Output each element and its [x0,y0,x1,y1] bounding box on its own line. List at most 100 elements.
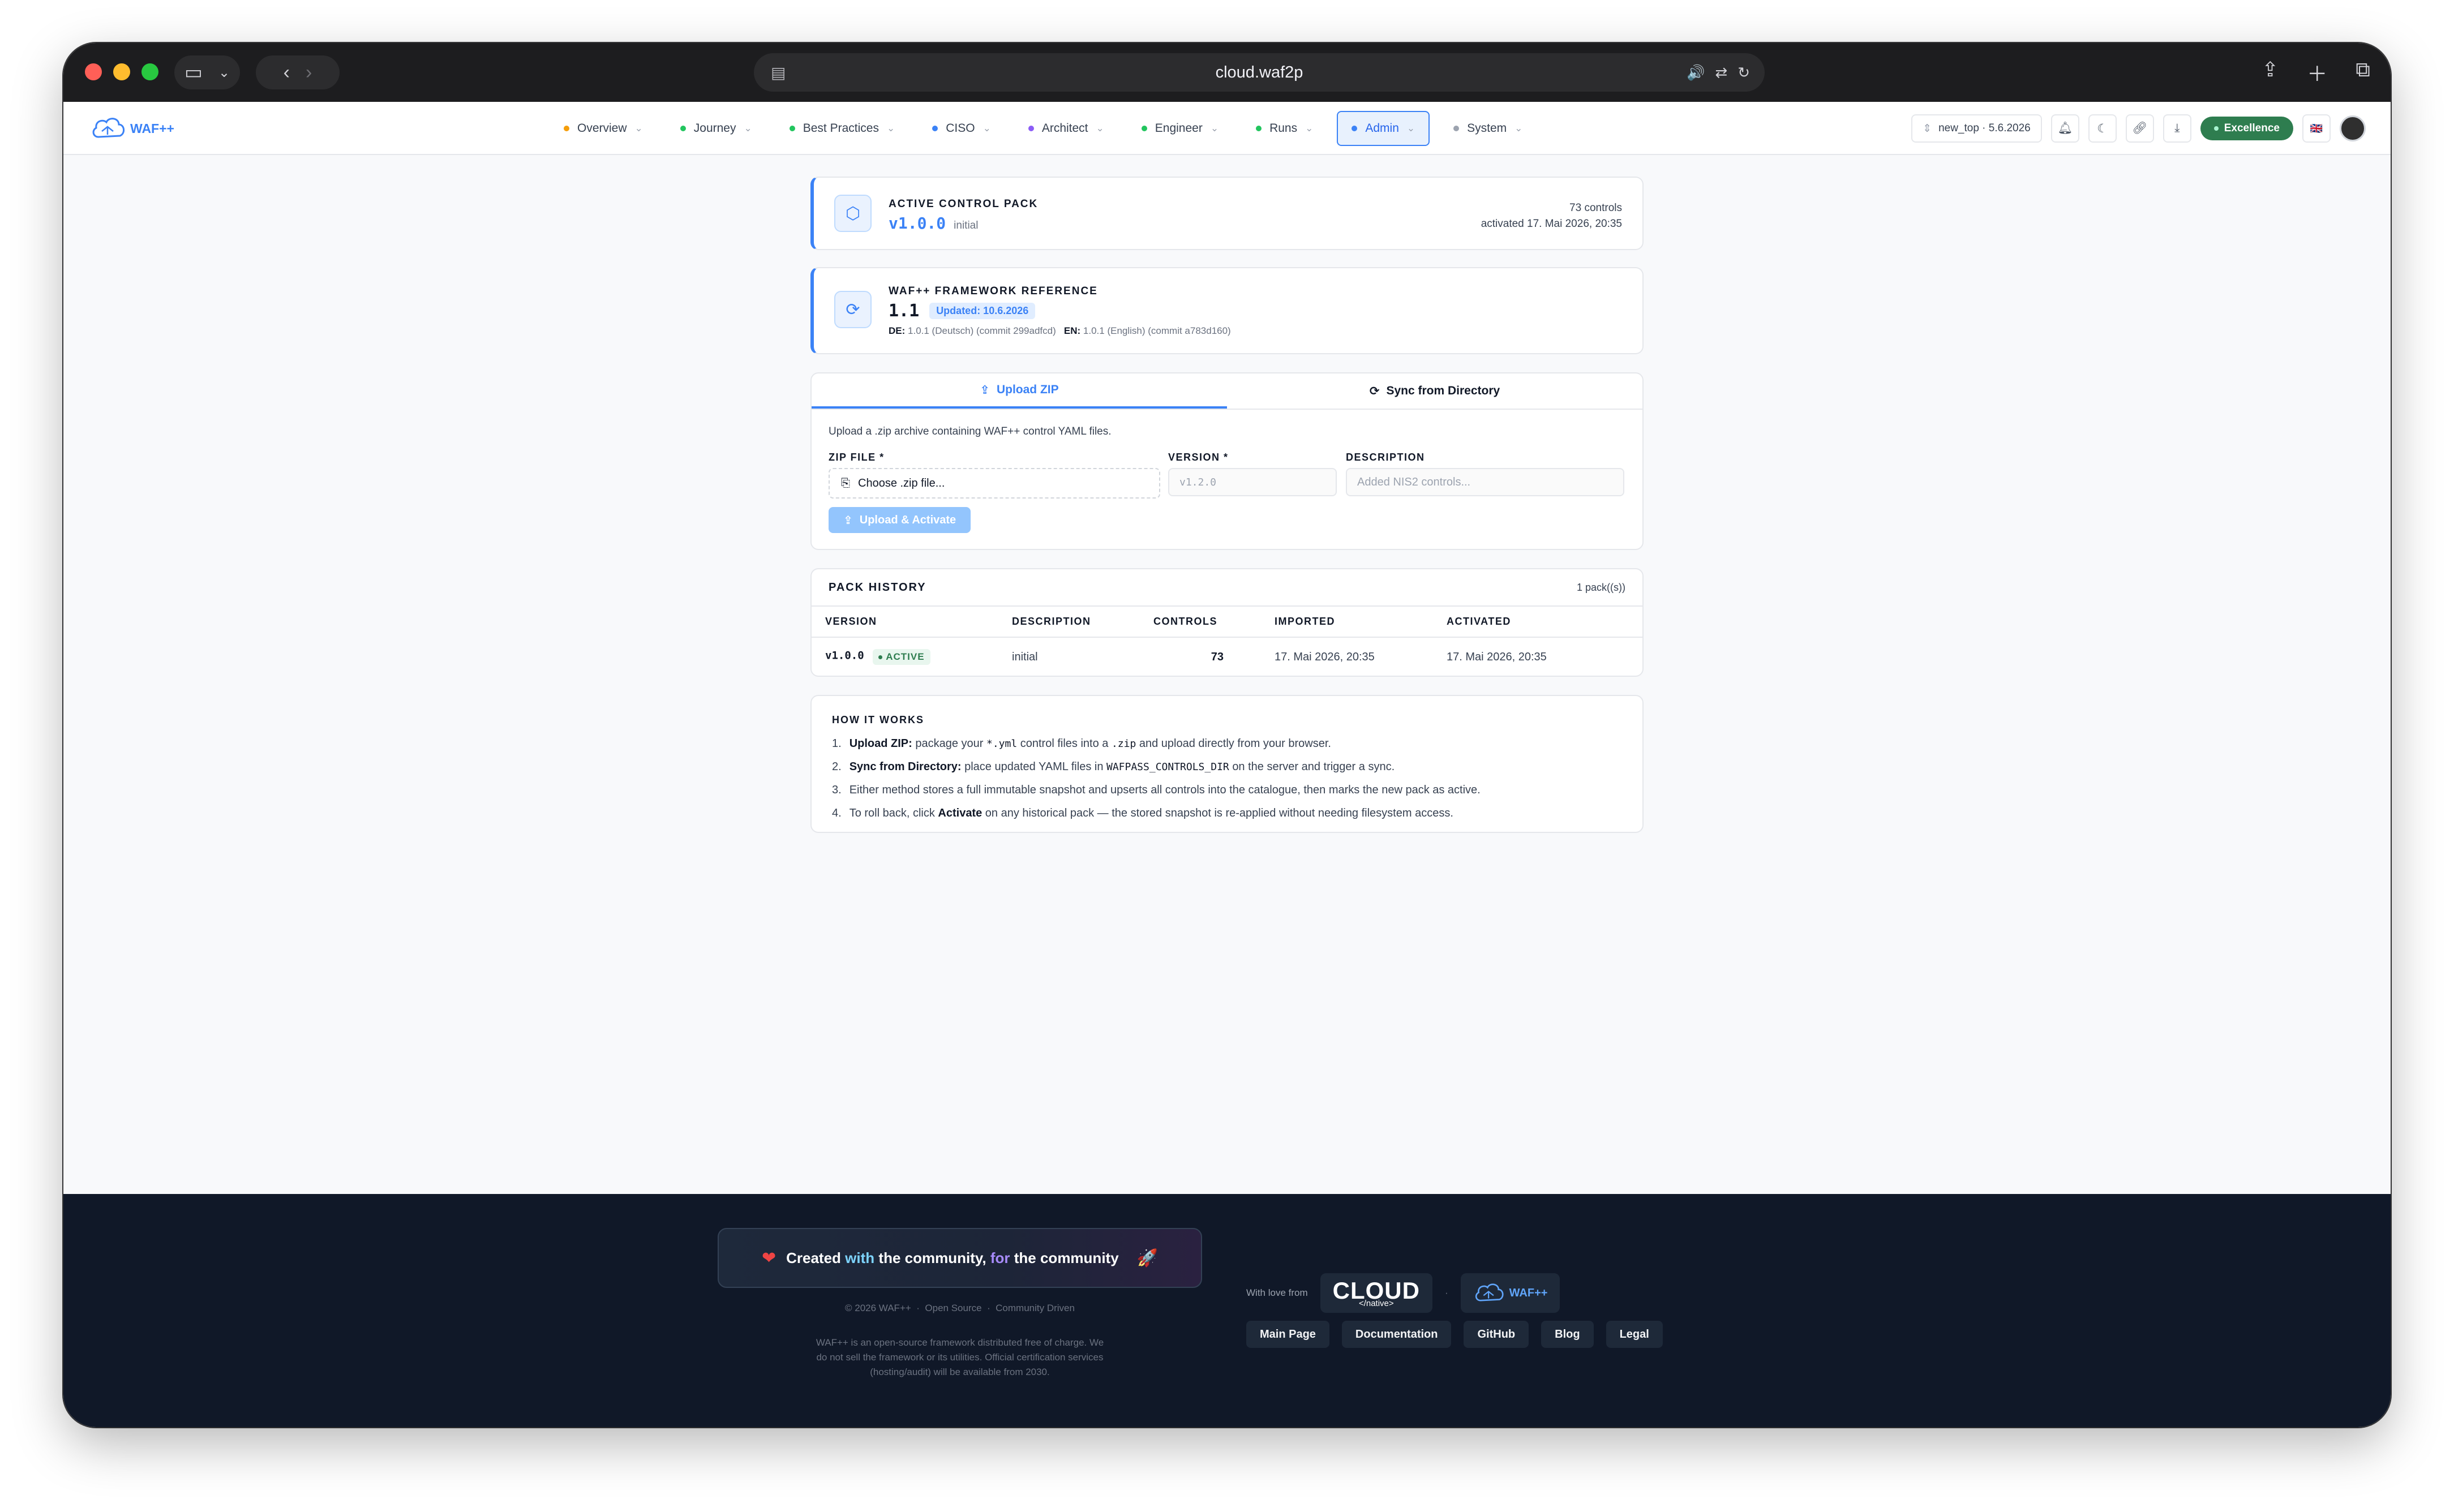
tab-overview-icon[interactable]: ⧉ [2356,58,2370,87]
copy-link-button[interactable]: 🔗︎ [2125,114,2154,143]
community-driven-label: Community Driven [996,1303,1075,1313]
nav-best-practices[interactable]: Best Practices ⌄ [776,111,908,146]
step-text: on any historical pack — the stored snap… [985,807,1453,819]
footer-link-blog[interactable]: Blog [1541,1321,1594,1348]
description-input[interactable]: Added NIS2 controls... [1346,468,1624,496]
status-badge: ACTIVE [873,649,930,665]
version-label: VERSION * [1168,452,1229,463]
step-text: Either method stores a full immutable sn… [849,784,1481,796]
version-field: VERSION * v1.2.0 [1168,452,1337,496]
step-number: 1. [832,737,842,750]
app-logo[interactable]: WAF++ [91,114,174,143]
how-it-works-body: HOW IT WORKS 1. Upload ZIP: package your… [832,714,1481,830]
nav-admin[interactable]: Admin ⌄ [1337,111,1430,146]
en-value: 1.0.1 (English) (commit a783d160) [1083,325,1231,336]
tab-sync-directory[interactable]: ⟳ Sync from Directory [1227,373,1642,409]
notifications-button[interactable]: 🔔︎ [2050,114,2079,143]
workspace-select[interactable]: ⇕ new_top · 5.6.2026 [1911,114,2042,143]
step-text: package your [915,737,984,750]
list-item: 3. Either method stores a full immutable… [832,784,1481,797]
step-text: place updated YAML files in [964,761,1104,773]
minimize-window-button[interactable] [113,63,130,80]
upload-icon: ⇪ [843,514,853,527]
sidebar-toggle-button[interactable]: ▭ ⌄ [174,55,240,89]
row-version: v1.0.0 [825,649,864,662]
copyright: © 2026 WAF++ [845,1303,911,1313]
community-word: the community [1014,1249,1119,1266]
separator: · [987,1303,990,1313]
dark-mode-button[interactable]: ☾ [2088,114,2117,143]
language-button[interactable]: 🇬🇧 [2302,114,2331,143]
step-text: control files into a [1020,737,1109,750]
nav-system[interactable]: System ⌄ [1440,111,1536,146]
share-icon[interactable]: ⇪ [2262,58,2279,87]
nav-runs[interactable]: Runs ⌄ [1242,111,1327,146]
zip-file-picker[interactable]: ⎘ Choose .zip file... [829,468,1160,499]
status-dot [1352,126,1358,131]
upload-activate-button[interactable]: ⇪ Upload & Activate [829,507,971,533]
how-it-works-card: HOW IT WORKS 1. Upload ZIP: package your… [810,695,1644,833]
audio-icon[interactable]: 🔊 [1687,64,1705,81]
url-text: cloud.waf2p [1215,63,1303,81]
status-dot [1028,126,1034,131]
footer-meta: © 2026 WAF++ · Open Source · Community D… [718,1303,1202,1314]
status-dot [1141,126,1147,131]
excellence-badge[interactable]: Excellence [2200,117,2293,140]
table-row[interactable]: v1.0.0 ACTIVE initial 73 17. Mai 2026, 2… [812,637,1642,676]
waf-logo[interactable]: WAF++ [1460,1273,1560,1313]
version-input[interactable]: v1.2.0 [1168,468,1337,496]
nav-ciso[interactable]: CISO ⌄ [919,111,1005,146]
page-menu-icon[interactable]: ▤ [771,63,786,82]
footer-link-main-page[interactable]: Main Page [1246,1321,1329,1348]
new-tab-icon[interactable]: ＋ [2307,58,2327,87]
badge-label: Excellence [2224,122,2280,134]
cloud-native-logo[interactable]: CLOUD </native> [1320,1273,1432,1313]
tab-label: Upload ZIP [996,383,1059,396]
browser-window: ▭⌄ ‹ › ▤ cloud.waf2p 🔊 ⇄ ↻ ⇪ ＋ ⧉ WAF++ [63,43,2391,1427]
community-word: for [990,1249,1010,1266]
column-header: ACTIVATED [1433,605,1642,637]
status-dot [789,126,795,131]
workspace-label: new_top · 5.6.2026 [1938,122,2031,134]
chevron-down-icon: ⌄ [1096,123,1104,134]
box-icon: ⬡ [834,195,872,232]
active-pack-info: ACTIVE CONTROL PACK v1.0.0 initial [889,198,1038,233]
nav-overview[interactable]: Overview ⌄ [550,111,657,146]
submit-label: Upload & Activate [859,513,956,526]
tab-upload-zip[interactable]: ⇪ Upload ZIP [812,373,1227,409]
browser-toolbar: ▭ ⌄ ‹ › ▤ cloud.waf2p 🔊 ⇄ ↻ ⇪ ＋ ⧉ [63,43,2391,102]
forward-button[interactable]: › [306,62,312,84]
status-dot [564,126,569,131]
back-button[interactable]: ‹ [284,62,290,84]
community-word: the community, [878,1249,986,1266]
link-icon: 🔗︎ [2132,122,2148,135]
description-label: DESCRIPTION [1346,452,1425,463]
footer-link-documentation[interactable]: Documentation [1341,1321,1452,1348]
description-field: DESCRIPTION Added NIS2 controls... [1346,452,1624,496]
zoom-window-button[interactable] [141,63,158,80]
translate-icon[interactable]: ⇄ [1715,64,1727,81]
inline-code: .zip [1111,738,1136,750]
header-actions: ⇕ new_top · 5.6.2026 🔔︎ ☾ 🔗︎ ⤓ Excellenc… [1911,114,2366,143]
step-number: 4. [832,807,842,819]
controls-count: 73 controls [1569,202,1622,214]
row-controls: 73 [1140,637,1261,676]
nav-architect[interactable]: Architect ⌄ [1015,111,1118,146]
reload-icon[interactable]: ↻ [1737,64,1750,81]
download-button[interactable]: ⤓ [2163,114,2191,143]
flag-icon: 🇬🇧 [2310,122,2323,134]
avatar[interactable] [2340,115,2366,141]
status-dot [932,126,938,131]
browser-actions: ⇪ ＋ ⧉ [2262,58,2370,87]
steps-list: 1. Upload ZIP: package your *.yml contro… [832,737,1481,820]
close-window-button[interactable] [85,63,102,80]
nav-engineer[interactable]: Engineer ⌄ [1128,111,1232,146]
footer-link-github[interactable]: GitHub [1464,1321,1529,1348]
footer-link-legal[interactable]: Legal [1606,1321,1663,1348]
list-item: 4. To roll back, click Activate on any h… [832,807,1481,820]
status-dot [680,126,686,131]
address-bar[interactable]: ▤ cloud.waf2p 🔊 ⇄ ↻ [754,53,1765,92]
nav-journey[interactable]: Journey ⌄ [667,111,766,146]
status-dot [878,655,883,659]
column-header: IMPORTED [1261,605,1433,637]
